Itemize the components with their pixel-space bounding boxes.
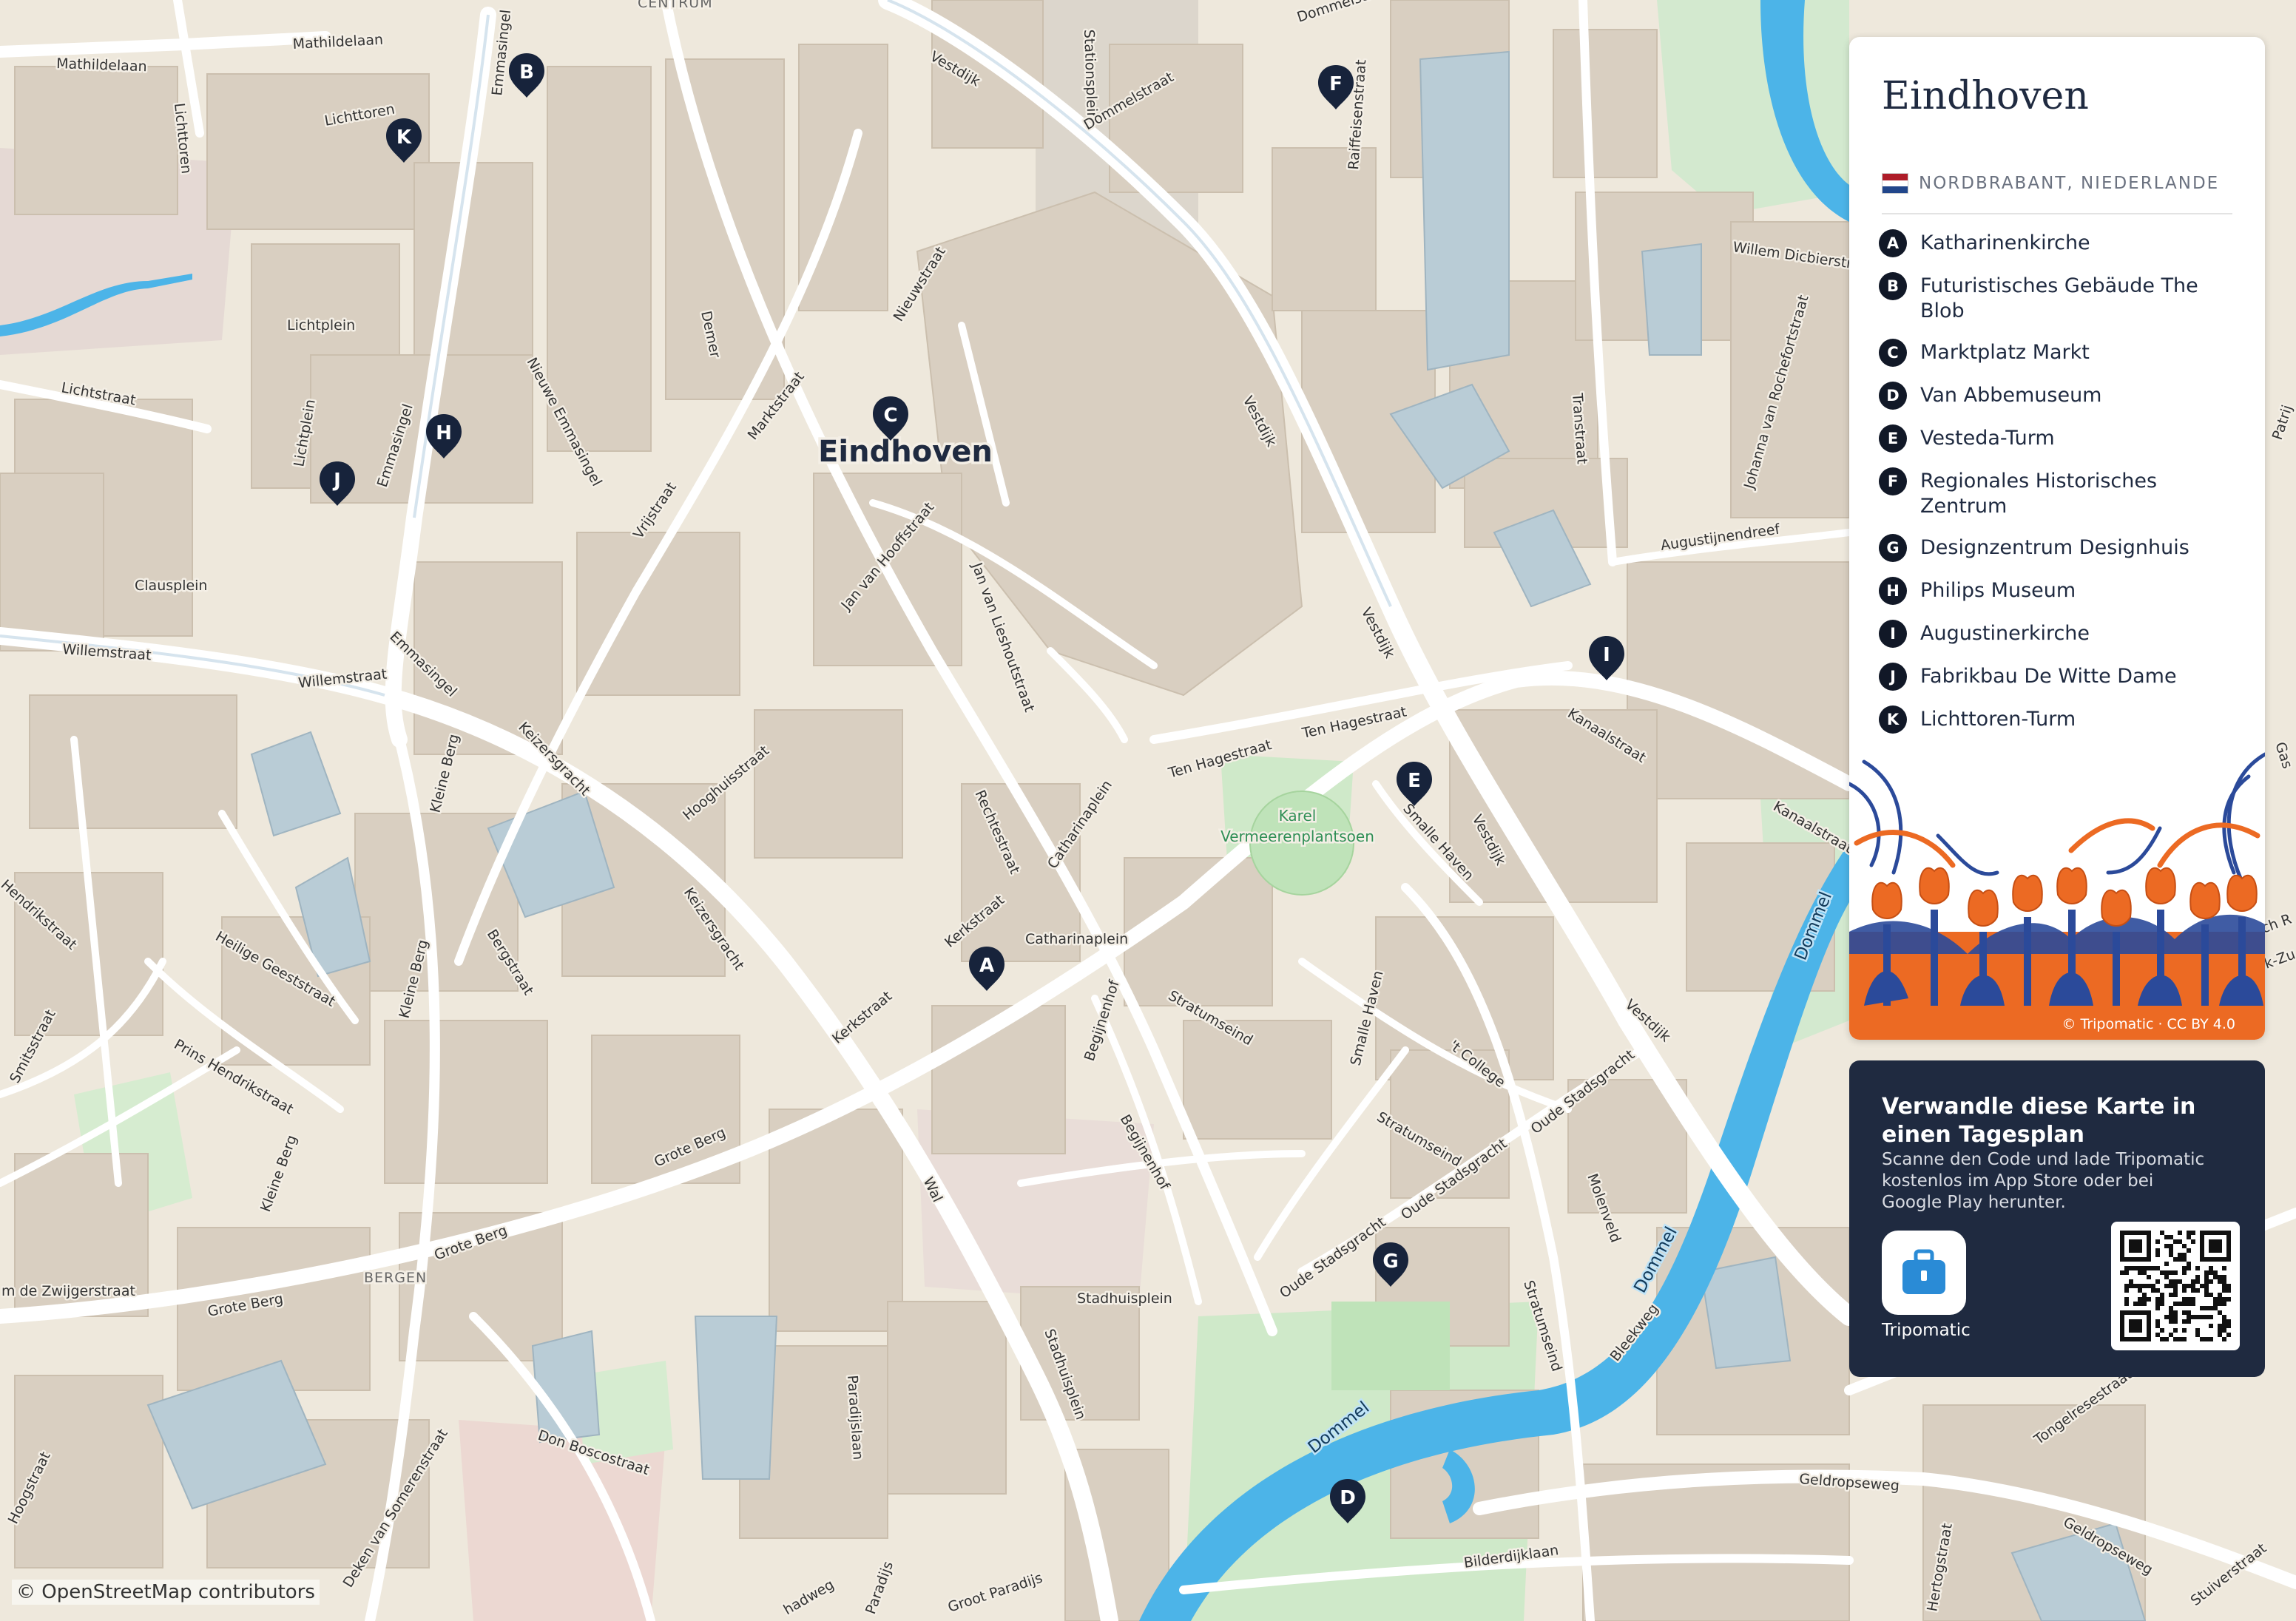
map-pin-letter: H	[436, 422, 452, 444]
netherlands-flag-icon	[1882, 173, 1908, 194]
legend-title: Eindhoven	[1882, 74, 2089, 118]
legend-item-name: Futuristisches Gebäude The Blob	[1920, 274, 2198, 322]
legend-badge: F	[1879, 467, 1907, 495]
qr-code[interactable]	[2111, 1222, 2240, 1350]
map-pin-letter: K	[396, 126, 412, 149]
cta-text: Scanne den Code und lade Tripomatic kost…	[1882, 1150, 2205, 1212]
legend-item-f[interactable]: F Regionales Historisches Zentrum	[1879, 467, 2234, 519]
street-label: Lichtplein	[287, 317, 355, 334]
legend-item-g[interactable]: G Designzentrum Designhuis	[1879, 534, 2234, 562]
map-pin-letter: F	[1329, 73, 1343, 95]
legend-item-e[interactable]: E Vesteda-Turm	[1879, 424, 2234, 453]
legend-card: Eindhoven NORDBRABANT, NIEDERLANDE A Kath…	[1849, 37, 2265, 1040]
legend-badge: A	[1879, 229, 1907, 257]
legend-list: A Katharinenkirche B Futuristisches Gebäud…	[1879, 229, 2234, 748]
legend-item-b[interactable]: B Futuristisches Gebäude The Blob	[1879, 272, 2234, 324]
suitcase-icon	[1902, 1249, 1945, 1294]
app-name: Tripomatic	[1882, 1321, 1971, 1340]
street-label: Stationsplein	[1081, 29, 1100, 121]
legend-item-name: Katharinenkirche	[1920, 231, 2090, 254]
map-pin-letter: D	[1340, 1487, 1356, 1509]
legend-item-i[interactable]: I Augustinerkirche	[1879, 620, 2234, 648]
map-pin-letter: G	[1382, 1251, 1398, 1273]
legend-item-name: Van Abbemuseum	[1920, 384, 2102, 407]
street-label: m de Zwijgerstraat	[1, 1283, 135, 1299]
art-attribution: © Tripomatic · CC BY 4.0	[2062, 1016, 2235, 1032]
tripomatic-app-icon[interactable]	[1882, 1231, 1966, 1315]
district-label-bergen: BERGEN	[364, 1270, 427, 1286]
street-label: Catharinaplein	[1025, 931, 1128, 947]
legend-item-name: Vesteda-Turm	[1920, 427, 2055, 450]
qr-code-icon	[2120, 1231, 2231, 1341]
city-label: Eindhoven	[818, 435, 993, 469]
legend-item-c[interactable]: C Marktplatz Markt	[1879, 339, 2234, 367]
legend-badge: I	[1879, 620, 1907, 648]
legend-item-name: Marktplatz Markt	[1920, 341, 2090, 364]
legend-item-name: Designzentrum Designhuis	[1920, 536, 2189, 559]
street-label: Mathildelaan	[56, 55, 147, 75]
legend-item-name: Fabrikbau De Witte Dame	[1920, 665, 2177, 688]
osm-attribution: © OpenStreetMap contributors	[12, 1580, 320, 1605]
legend-region: NORDBRABANT, NIEDERLANDE	[1882, 173, 2219, 194]
legend-item-j[interactable]: J Fabrikbau De Witte Dame	[1879, 663, 2234, 691]
legend-badge: B	[1879, 272, 1907, 300]
legend-item-name: Regionales Historisches Zentrum	[1920, 470, 2158, 518]
street-label: Stadhuisplein	[1077, 1290, 1172, 1307]
street-label: Clausplein	[135, 578, 207, 594]
tulip-illustration	[1849, 752, 2265, 1040]
park-label-line1: Karel	[1279, 807, 1317, 825]
park-label-line2: Vermeerenplantsoen	[1220, 828, 1374, 845]
legend-badge: C	[1879, 339, 1907, 367]
cta-card: Verwandle diese Karte in einen Tagesplan…	[1849, 1060, 2265, 1377]
map-pin-letter: C	[883, 405, 897, 427]
region-text: NORDBRABANT, NIEDERLANDE	[1919, 174, 2220, 193]
legend-badge: E	[1879, 424, 1907, 453]
district-label-centrum: CENTRUM	[638, 0, 713, 11]
legend-item-d[interactable]: D Van Abbemuseum	[1879, 382, 2234, 410]
legend-item-name: Philips Museum	[1920, 579, 2076, 602]
legend-item-a[interactable]: A Katharinenkirche	[1879, 229, 2234, 257]
legend-badge: D	[1879, 382, 1907, 410]
legend-badge: H	[1879, 577, 1907, 605]
legend-item-name: Augustinerkirche	[1920, 622, 2090, 645]
legend-item-h[interactable]: H Philips Museum	[1879, 577, 2234, 605]
legend-divider	[1882, 213, 2232, 214]
map-pin-letter: I	[1603, 644, 1610, 666]
legend-badge: G	[1879, 534, 1907, 562]
legend-badge: J	[1879, 663, 1907, 691]
map-pin-letter: J	[332, 470, 341, 492]
map-pin-letter: E	[1408, 770, 1421, 792]
map-pin-letter: A	[979, 955, 994, 977]
map-pin-letter: B	[519, 61, 534, 84]
cta-title: Verwandle diese Karte in einen Tagesplan	[1882, 1094, 2196, 1148]
